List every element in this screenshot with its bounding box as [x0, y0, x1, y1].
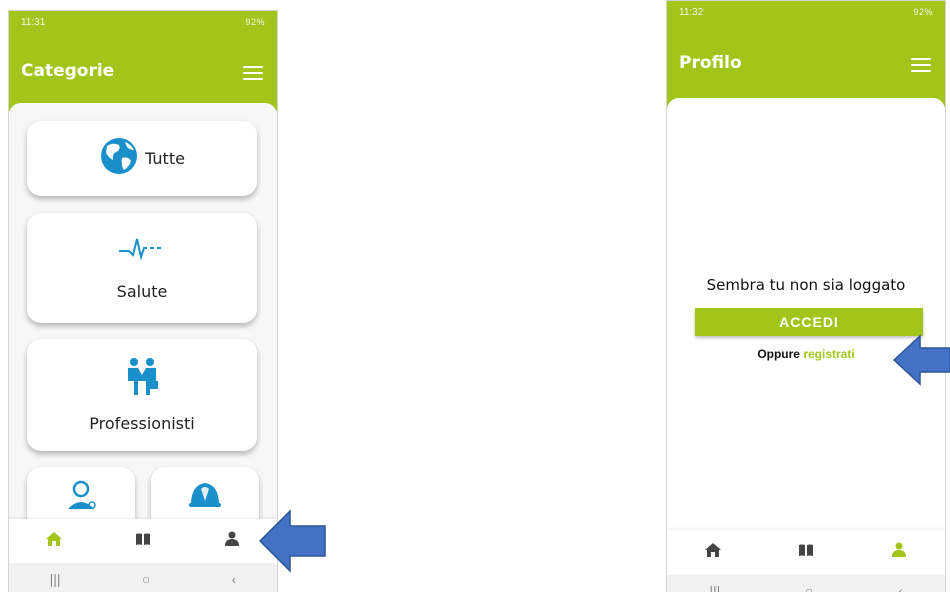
- heartbeat-icon: [117, 235, 167, 266]
- nav-home-button[interactable]: [693, 537, 733, 567]
- book-icon: [798, 543, 814, 562]
- nav-profile-button[interactable]: [879, 537, 919, 567]
- status-bar: 11:31 92%: [9, 11, 277, 33]
- annotation-arrow-right: [892, 334, 950, 391]
- hamburger-menu-icon[interactable]: [911, 58, 931, 72]
- workers-icon: [64, 479, 98, 518]
- login-button[interactable]: ACCEDI: [695, 308, 923, 336]
- page-title: Categorie: [21, 61, 115, 81]
- hamburger-menu-icon[interactable]: [243, 66, 263, 80]
- app-header: 11:32 92% Profilo: [667, 1, 945, 107]
- login-prompt: Sembra tu non sia loggato: [667, 276, 945, 294]
- bottom-navigation: [667, 530, 945, 574]
- category-card-professionisti[interactable]: Professionisti: [27, 339, 257, 451]
- book-icon: [135, 532, 151, 551]
- status-time: 11:32: [679, 6, 704, 18]
- nav-home-button[interactable]: [34, 526, 74, 556]
- status-battery: 92%: [913, 7, 933, 17]
- phone-screen-profile: 11:32 92% Profilo Sembra tu non sia logg…: [666, 0, 946, 592]
- not-logged-message: Sembra tu non sia loggato: [706, 276, 906, 294]
- page-title: Profilo: [679, 53, 742, 73]
- annotation-arrow-left: [258, 508, 328, 579]
- recent-apps-icon[interactable]: |||: [50, 571, 61, 587]
- status-battery: 92%: [245, 17, 265, 27]
- category-label: Salute: [116, 282, 168, 301]
- recent-apps-icon[interactable]: |||: [709, 583, 720, 592]
- status-bar: 11:32 92%: [667, 1, 945, 23]
- bottom-navigation: [9, 519, 277, 563]
- category-label: Tutte: [145, 149, 185, 168]
- category-label: Professionisti: [89, 414, 195, 433]
- nav-profile-button[interactable]: [212, 526, 252, 556]
- helmet-icon: [187, 479, 223, 516]
- category-card-tutte[interactable]: Tutte: [27, 121, 257, 196]
- comparison-stage: 11:31 92% Categorie Tutte Salute Profess…: [0, 0, 950, 592]
- user-icon: [891, 542, 906, 563]
- home-circle-icon[interactable]: ○: [805, 583, 813, 592]
- register-link[interactable]: registrati: [803, 347, 854, 361]
- system-navigation-bar: ||| ○ ‹: [667, 575, 945, 592]
- or-text: Oppure: [757, 347, 800, 361]
- status-time: 11:31: [21, 16, 46, 28]
- system-navigation-bar: ||| ○ ‹: [9, 563, 277, 592]
- home-circle-icon[interactable]: ○: [142, 571, 150, 587]
- user-icon: [225, 531, 240, 552]
- home-icon: [45, 531, 63, 552]
- category-card-salute[interactable]: Salute: [27, 213, 257, 323]
- phone-screen-categories: 11:31 92% Categorie Tutte Salute Profess…: [8, 10, 278, 592]
- back-chevron-icon[interactable]: ‹: [898, 583, 903, 592]
- app-header: 11:31 92% Categorie: [9, 11, 277, 111]
- nav-book-button[interactable]: [123, 526, 163, 556]
- back-chevron-icon[interactable]: ‹: [232, 571, 237, 587]
- nav-book-button[interactable]: [786, 537, 826, 567]
- globe-icon: [99, 136, 139, 181]
- handshake-icon: [122, 357, 162, 402]
- home-icon: [704, 542, 722, 563]
